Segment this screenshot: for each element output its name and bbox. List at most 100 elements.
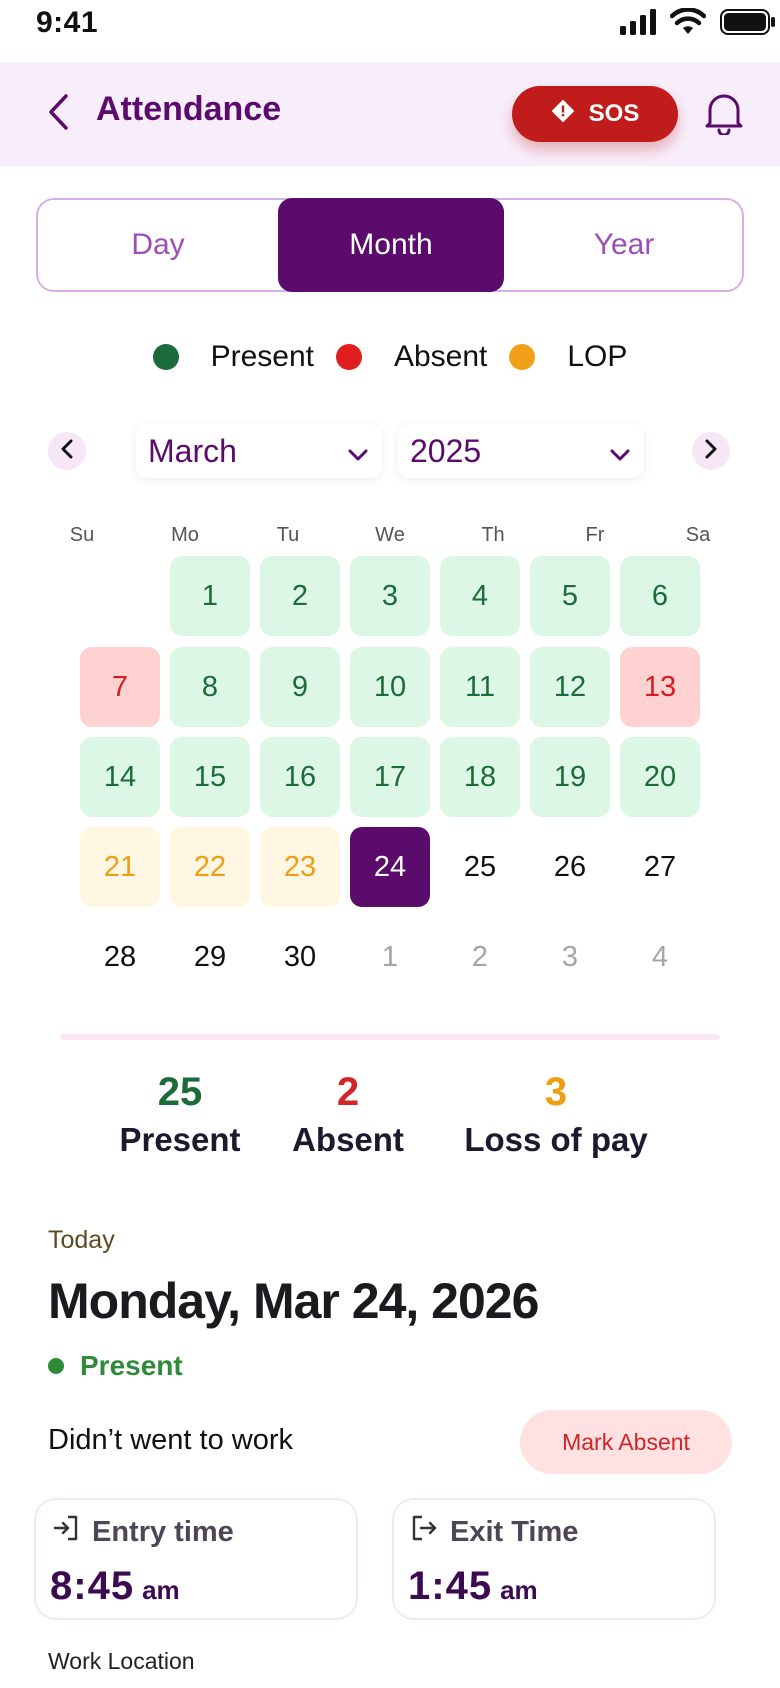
back-button[interactable] (38, 90, 78, 138)
calendar-day-muted[interactable]: 1 (350, 917, 430, 997)
calendar-day-normal[interactable]: 26 (530, 827, 610, 907)
tab-month[interactable]: Month (278, 198, 504, 292)
legend-absent: Absent (335, 340, 488, 374)
weekday-label: Fr (585, 524, 605, 546)
calendar-day-present[interactable]: 16 (260, 737, 340, 817)
calendar-day-present[interactable]: 20 (620, 737, 700, 817)
calendar-day-absent[interactable]: 7 (80, 647, 160, 727)
battery-icon (720, 9, 776, 40)
summary-present: 25 Present (110, 1070, 250, 1159)
calendar-day-muted[interactable]: 2 (440, 917, 520, 997)
weekday-label: Sa (685, 524, 711, 546)
work-location-label: Work Location (48, 1648, 195, 1674)
legend-label: LOP (567, 340, 628, 373)
calendar-day-present[interactable]: 3 (350, 556, 430, 636)
app-header: Attendance SOS (0, 62, 780, 166)
entry-time-number: 8:45 (50, 1564, 135, 1608)
not-work-text: Didn’t went to work (48, 1424, 293, 1456)
exit-time-header: Exit Time (410, 1514, 578, 1550)
calendar-day-present[interactable]: 12 (530, 647, 610, 727)
year-select-value: 2025 (410, 432, 482, 469)
exit-time-ampm: am (500, 1575, 538, 1605)
weekday-label: Tu (276, 524, 300, 546)
chevron-down-icon (348, 433, 368, 470)
calendar-day-present[interactable]: 5 (530, 556, 610, 636)
wifi-icon (669, 7, 707, 41)
calendar-day-present[interactable]: 8 (170, 647, 250, 727)
entry-time-card: Entry time 8:45 am (34, 1498, 358, 1620)
calendar-day-muted[interactable]: 3 (530, 917, 610, 997)
chevron-left-icon (47, 93, 69, 135)
calendar-day-present[interactable]: 10 (350, 647, 430, 727)
calendar-day-normal[interactable]: 30 (260, 917, 340, 997)
weekday-label: We (375, 524, 405, 546)
mark-absent-button[interactable]: Mark Absent (520, 1410, 732, 1474)
calendar-day-present[interactable]: 1 (170, 556, 250, 636)
summary-absent-label: Absent (292, 1121, 404, 1158)
calendar-day-absent[interactable]: 13 (620, 647, 700, 727)
today-label: Today (48, 1226, 115, 1254)
cellular-signal-icon (620, 9, 656, 40)
divider (60, 1034, 720, 1040)
legend-lop: LOP (509, 340, 627, 374)
legend: Present Absent LOP (0, 340, 780, 374)
today-status: Present (48, 1350, 183, 1382)
calendar-day-lop[interactable]: 22 (170, 827, 250, 907)
today-date: Monday, Mar 24, 2026 (48, 1273, 539, 1329)
calendar-day-normal[interactable]: 29 (170, 917, 250, 997)
calendar-day-present[interactable]: 6 (620, 556, 700, 636)
next-month-button[interactable] (692, 432, 730, 470)
status-time: 9:41 (36, 6, 99, 39)
exit-time-label: Exit Time (450, 1515, 579, 1548)
weekday-label: Th (481, 524, 505, 546)
warning-diamond-icon (551, 99, 575, 130)
calendar-day-present[interactable]: 14 (80, 737, 160, 817)
tab-year[interactable]: Year (504, 198, 744, 292)
month-select[interactable]: March (136, 424, 382, 478)
weekday-label: Su (69, 524, 95, 546)
entry-time-label: Entry time (92, 1515, 234, 1548)
calendar-day-present[interactable]: 17 (350, 737, 430, 817)
sos-label: SOS (588, 100, 640, 127)
calendar-day-present[interactable]: 9 (260, 647, 340, 727)
summary-lop-label: Loss of pay (464, 1121, 648, 1158)
calendar-day-normal[interactable]: 27 (620, 827, 700, 907)
sos-button[interactable]: SOS (512, 86, 678, 142)
exit-time-number: 1:45 (408, 1564, 493, 1608)
month-select-value: March (148, 432, 237, 469)
entry-time-header: Entry time (52, 1514, 234, 1550)
status-icons (620, 7, 776, 41)
calendar-day-present[interactable]: 4 (440, 556, 520, 636)
summary-absent: 2 Absent (280, 1070, 416, 1159)
calendar-day-muted[interactable]: 4 (620, 917, 700, 997)
calendar-day-today[interactable]: 24 (350, 827, 430, 907)
tab-day[interactable]: Day (38, 198, 278, 292)
calendar-day-present[interactable]: 15 (170, 737, 250, 817)
prev-month-button[interactable] (48, 432, 86, 470)
legend-present: Present (152, 340, 314, 374)
calendar-day-lop[interactable]: 21 (80, 827, 160, 907)
legend-label: Present (210, 340, 314, 373)
calendar-day-normal[interactable]: 28 (80, 917, 160, 997)
chevron-left-icon (60, 439, 74, 464)
calendar-day-present[interactable]: 11 (440, 647, 520, 727)
today-status-text: Present (80, 1350, 183, 1381)
calendar-day-normal[interactable]: 25 (440, 827, 520, 907)
year-select[interactable]: 2025 (398, 424, 644, 478)
status-bar: 9:41 (0, 0, 780, 62)
legend-label: Absent (393, 340, 488, 373)
status-dot (48, 1358, 64, 1374)
summary-lop-count: 3 (544, 1070, 568, 1114)
notification-button[interactable] (700, 90, 748, 140)
calendar-day-lop[interactable]: 23 (260, 827, 340, 907)
logout-icon (410, 1514, 438, 1550)
calendar-day-present[interactable]: 2 (260, 556, 340, 636)
calendar-day-present[interactable]: 18 (440, 737, 520, 817)
exit-time-card: Exit Time 1:45 am (392, 1498, 716, 1620)
entry-time-ampm: am (142, 1575, 180, 1605)
calendar-day-present[interactable]: 19 (530, 737, 610, 817)
bell-icon (704, 91, 744, 140)
entry-time-value: 8:45 am (50, 1564, 180, 1609)
summary-absent-count: 2 (336, 1070, 360, 1114)
login-icon (52, 1514, 80, 1550)
